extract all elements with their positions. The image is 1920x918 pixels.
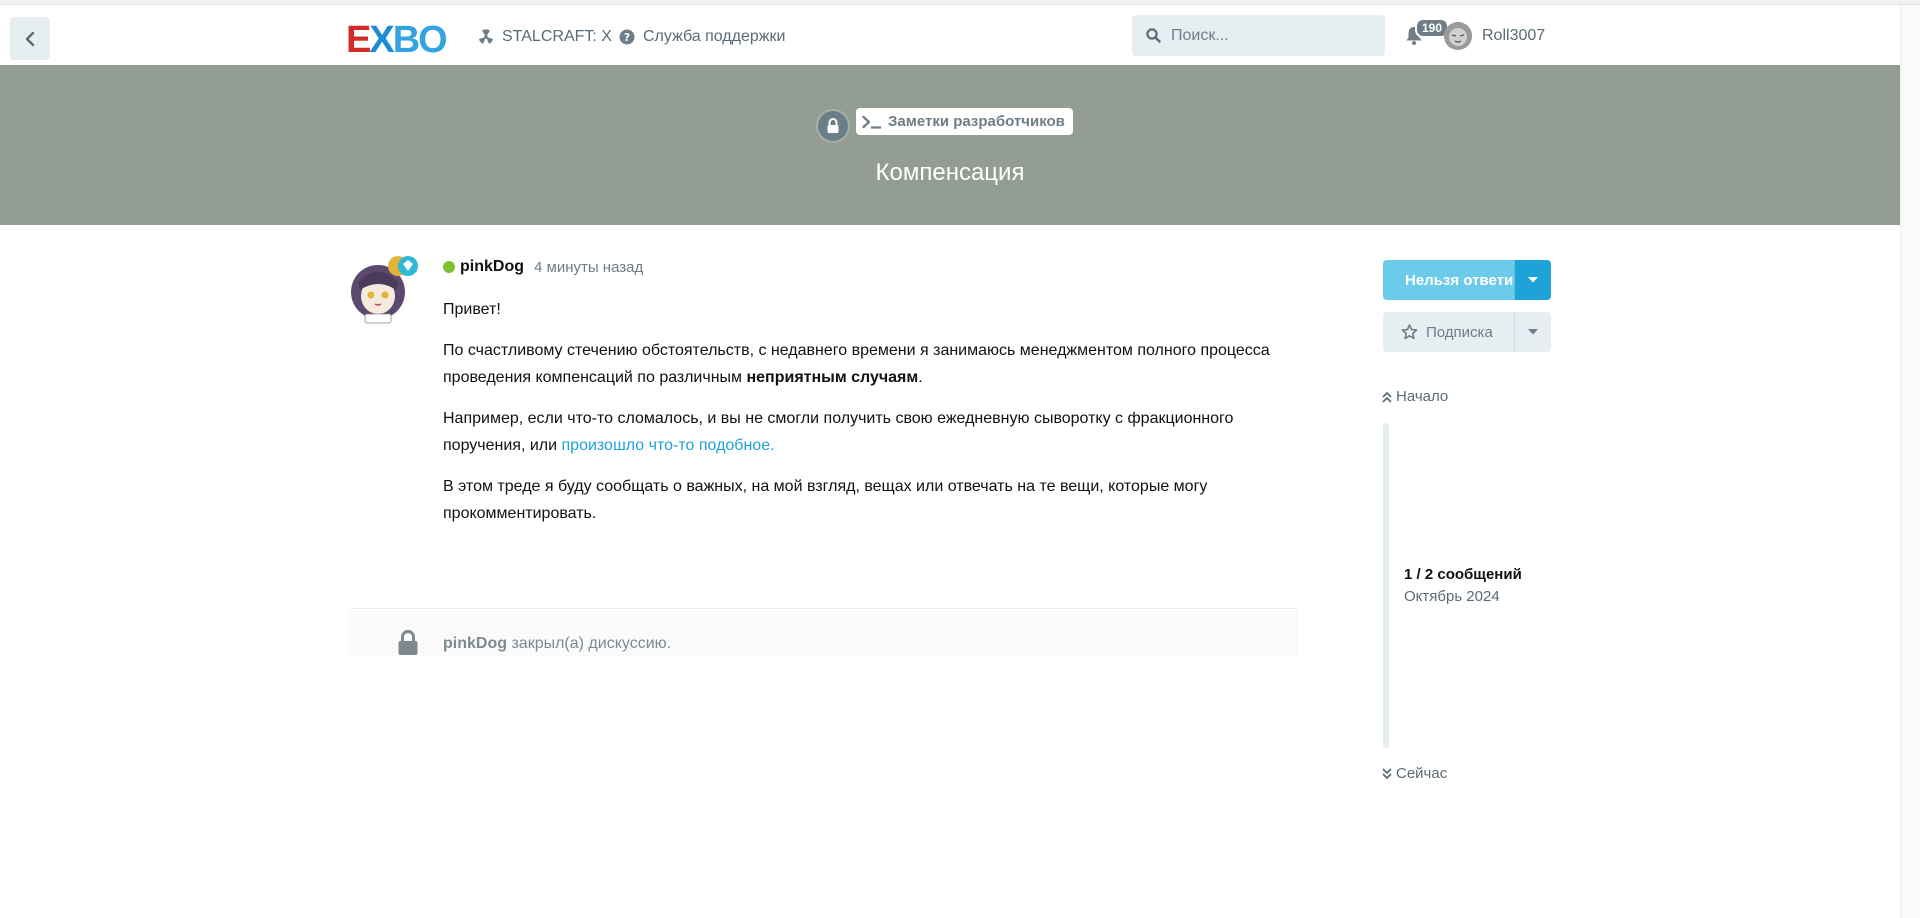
logo-letters-bo: BO [392,18,448,61]
post-header: pinkDog 4 минуты назад [443,258,643,276]
svg-text:?: ? [624,31,630,44]
post-paragraph-4: В этом треде я буду сообщать о важных, н… [443,478,1208,522]
page-scrollbar[interactable] [1900,5,1920,918]
terminal-icon [862,115,881,129]
post-paragraph-1: Привет! [443,301,501,318]
double-chevron-down-icon [1382,767,1392,779]
post-paragraph-3: Например, если что-то сломалось, и вы не… [443,405,1273,459]
subscription-button-label: Подписка [1426,323,1493,341]
logo-letter-x: X [369,18,394,61]
avatar-face-icon [1444,22,1472,50]
post-body: Привет! По счастливому стечению обстояте… [443,296,1273,541]
star-outline-icon [1401,324,1418,340]
back-button[interactable] [10,17,50,60]
search-box[interactable] [1132,15,1385,56]
search-icon [1146,28,1161,43]
username-label[interactable]: Roll3007 [1482,27,1545,45]
scrubber-now-label: Сейчас [1396,765,1448,782]
exbo-logo[interactable]: E X BO [346,18,448,61]
nav-support-link[interactable]: ? Служба поддержки [619,28,785,46]
site-header: EXBO STALCRAFT: X ? Служба поддержки 190… [0,6,1900,65]
scrubber-now-link[interactable]: Сейчас [1381,765,1447,782]
reply-button[interactable]: Нельзя ответить [1383,260,1514,300]
tag-dev-notes[interactable]: Заметки разработчиков [856,108,1073,135]
scrubber-date: Октябрь 2024 [1404,588,1500,605]
post-link[interactable]: произошло что-то подобное. [562,437,775,454]
post-author-avatar[interactable] [348,254,418,329]
lock-icon [398,630,418,655]
scrubber-track[interactable] [1383,423,1389,748]
subscription-dropdown-toggle[interactable] [1514,312,1551,352]
event-author[interactable]: pinkDog [443,635,507,652]
scrubber-start-link[interactable]: Начало [1381,388,1448,405]
nav-stalcraft-label: STALCRAFT: X [502,28,612,45]
lock-icon [827,118,839,133]
post-time[interactable]: 4 минуты назад [534,259,643,276]
post-paragraph-2-bold: неприятным случаям [746,369,919,386]
subscription-button[interactable]: Подписка [1383,312,1514,352]
post-paragraph-2: По счастливому стечению обстоятельств, с… [443,337,1273,391]
anime-avatar-icon [351,256,418,324]
online-status-dot [443,261,455,273]
question-circle-icon: ? [619,29,635,45]
nav-stalcraft-link[interactable]: STALCRAFT: X [478,28,612,46]
user-avatar[interactable] [1444,22,1472,50]
logo-letter-e: E [346,18,371,61]
discussion-hero: Заметки разработчиков Компенсация [0,65,1900,225]
scrubber-post-count: 1 / 2 сообщений [1404,566,1522,583]
nav-support-label: Служба поддержки [643,28,786,45]
search-input[interactable] [1171,26,1371,45]
caret-down-icon [1528,329,1538,335]
reply-button-group: Нельзя ответить [1383,260,1551,300]
subscription-button-group: Подписка [1383,312,1551,352]
reply-button-label: Нельзя ответить [1405,271,1514,289]
double-chevron-up-icon [1382,391,1392,403]
chevron-left-icon [25,31,35,46]
post-paragraph-2-end: . [918,369,923,386]
post-author-name[interactable]: pinkDog [460,258,524,276]
radiation-icon [479,29,493,44]
event-action: закрыл(а) дискуссию. [511,635,672,652]
scrubber-start-label: Начало [1396,388,1449,405]
caret-down-icon [1528,277,1538,283]
locked-badge [818,111,848,141]
post-divider [348,608,1298,609]
discussion-title: Компенсация [875,159,1025,186]
reply-dropdown-toggle[interactable] [1514,260,1551,300]
window-top-strip [0,0,1920,5]
tag-label: Заметки разработчиков [888,113,1065,130]
event-text: pinkDog закрыл(а) дискуссию. [443,635,671,653]
